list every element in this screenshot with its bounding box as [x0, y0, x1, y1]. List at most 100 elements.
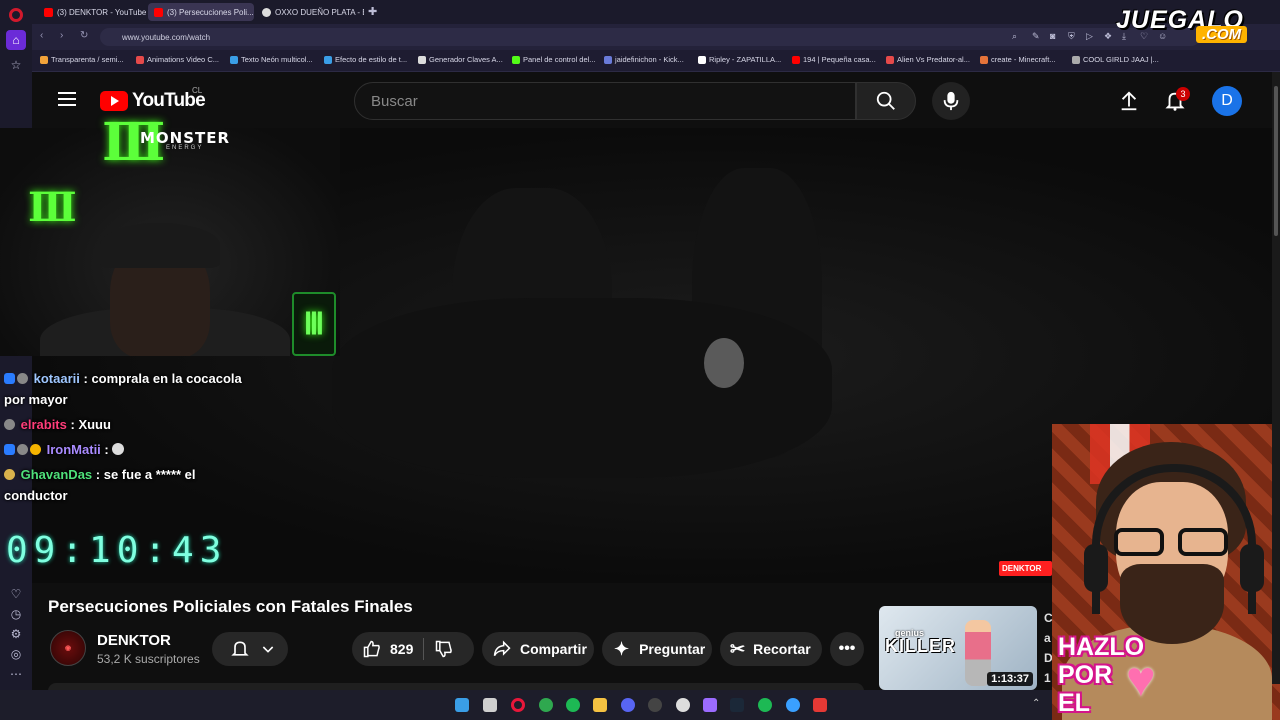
pin-icon[interactable]: ☆: [6, 55, 26, 75]
bookmark-item[interactable]: jaidefinichon - Kick...: [604, 55, 684, 64]
app-icon[interactable]: [648, 698, 662, 712]
tab-persecuciones[interactable]: (3) Persecuciones Poli...: [148, 3, 254, 21]
app-icon[interactable]: [758, 698, 772, 712]
shield-icon[interactable]: ⛨: [1068, 31, 1075, 42]
clip-label: Recortar: [753, 641, 811, 657]
edit-icon[interactable]: ✎: [1032, 31, 1040, 42]
sparkle-icon: ✦: [614, 638, 630, 659]
bookmark-label: Ripley - ZAPATILLA...: [709, 55, 782, 64]
opera-logo-icon[interactable]: [9, 8, 23, 22]
bookmark-icon: [792, 55, 800, 64]
app-icon[interactable]: [703, 698, 717, 712]
bookmark-icon: [512, 55, 520, 64]
bookmark-icon: [324, 55, 332, 64]
bookmark-icon: [980, 55, 988, 64]
tab-oxxo[interactable]: OXXO DUEÑO PLATA - Bu...: [256, 3, 364, 21]
video-light-spot: [704, 338, 744, 388]
bookmark-item[interactable]: Generador Claves A...: [418, 55, 503, 64]
youtube-favicon-icon: [154, 7, 163, 17]
video-car-shape: [332, 298, 832, 478]
task-view-icon[interactable]: [483, 698, 497, 712]
spotify-icon[interactable]: [566, 698, 580, 712]
bookmark-item[interactable]: create - Minecraft...: [980, 55, 1056, 64]
tray-chevron-up-icon[interactable]: ⌃: [1032, 698, 1040, 709]
bookmark-icon: [418, 55, 426, 64]
ask-button[interactable]: ✦ Preguntar: [602, 632, 712, 666]
back-icon[interactable]: ‹: [40, 30, 43, 41]
pill-divider: [423, 638, 425, 660]
search-button[interactable]: [856, 82, 916, 120]
overlay-text-line: POR: [1058, 661, 1113, 689]
obs-icon[interactable]: [676, 698, 690, 712]
discord-icon[interactable]: [621, 698, 635, 712]
voice-search-button[interactable]: [932, 82, 970, 120]
page-scrollbar[interactable]: [1272, 72, 1280, 684]
bookmark-label: Efecto de estilo de t...: [335, 55, 408, 64]
tab-strip: (3) DENKTOR - YouTube (3) Persecuciones …: [32, 0, 1280, 24]
upload-icon[interactable]: [1118, 90, 1140, 112]
bookmark-item[interactable]: Animations Video C...: [136, 55, 219, 64]
bookmark-icon: [40, 55, 48, 64]
scrollbar-thumb[interactable]: [1274, 86, 1278, 236]
country-code: CL: [192, 86, 203, 95]
bookmark-label: jaidefinichon - Kick...: [615, 55, 684, 64]
like-count[interactable]: 829: [390, 641, 413, 657]
bookmark-item[interactable]: Panel de control del...: [512, 55, 596, 64]
app-icon[interactable]: [813, 698, 827, 712]
bookmark-item[interactable]: Ripley - ZAPATILLA...: [698, 55, 781, 64]
bookmark-item[interactable]: Efecto de estilo de t...: [324, 55, 407, 64]
search-input[interactable]: Buscar: [354, 82, 856, 120]
dislike-icon[interactable]: [434, 639, 454, 659]
channel-avatar[interactable]: ◉: [50, 630, 86, 666]
settings-icon[interactable]: ⚙: [6, 624, 26, 644]
bookmark-item[interactable]: COOL GIRLD JAAJ |...: [1072, 55, 1159, 64]
bookmark-label: COOL GIRLD JAAJ |...: [1083, 55, 1159, 64]
search-page-icon[interactable]: ⌕: [1012, 31, 1017, 42]
recommendation-thumbnail[interactable]: genius KILLER 1:13:37: [879, 606, 1037, 690]
like-icon[interactable]: [362, 639, 382, 659]
clip-button[interactable]: ✂ Recortar: [720, 632, 822, 666]
bookmark-icon: [604, 55, 612, 64]
ask-label: Preguntar: [639, 641, 706, 657]
youtube-logo[interactable]: YouTube: [100, 90, 206, 112]
monster-can-icon: Ⅲ: [292, 292, 336, 356]
new-tab-icon[interactable]: ✚: [368, 5, 377, 18]
url-text: www.youtube.com/watch: [122, 32, 211, 42]
bookmark-item[interactable]: Transparenta / semi...: [40, 55, 124, 64]
heart-icon[interactable]: ♡: [6, 584, 26, 604]
windows-start-icon[interactable]: [455, 698, 469, 712]
bookmark-item[interactable]: Alien Vs Predator-al...: [886, 55, 970, 64]
play-icon[interactable]: ▷: [1086, 31, 1093, 42]
share-button[interactable]: Compartir: [482, 632, 594, 666]
youtube-favicon-icon: [44, 7, 53, 17]
headphones-icon: [1092, 464, 1256, 614]
share-label: Compartir: [520, 641, 587, 657]
history-icon[interactable]: ◷: [6, 604, 26, 624]
subscription-bell-button[interactable]: [212, 632, 288, 666]
xbox-icon[interactable]: [539, 698, 553, 712]
bookmark-label: Texto Neón multicol...: [241, 55, 313, 64]
reload-icon[interactable]: ↻: [80, 30, 88, 41]
more-icon[interactable]: ⋯: [6, 664, 26, 684]
file-explorer-icon[interactable]: [593, 698, 607, 712]
browser-icon[interactable]: [786, 698, 800, 712]
menu-icon[interactable]: [58, 92, 76, 106]
bookmark-item[interactable]: Texto Neón multicol...: [230, 55, 313, 64]
camera-icon[interactable]: ◙: [1050, 31, 1055, 41]
chat-badge-icon: [30, 444, 41, 455]
extension-icon[interactable]: ❖: [1104, 31, 1112, 42]
scissors-icon: ✂: [730, 638, 746, 659]
more-actions-button[interactable]: •••: [830, 632, 864, 666]
monster-sub-text: ENERGY: [166, 145, 204, 151]
bookmark-label: Panel de control del...: [523, 55, 596, 64]
bookmark-item[interactable]: 194 | Pequeña casa...: [792, 55, 876, 64]
home-icon[interactable]: ⌂: [6, 30, 26, 50]
forward-icon[interactable]: ›: [60, 30, 63, 41]
address-bar: ‹ › ↻ www.youtube.com/watch ⌕ ✎ ◙ ⛨ ▷ ❖ …: [32, 24, 1280, 50]
channel-name[interactable]: DENKTOR: [97, 632, 171, 649]
opera-taskbar-icon[interactable]: [511, 698, 525, 712]
account-avatar[interactable]: D: [1212, 86, 1242, 116]
tab-denktor[interactable]: (3) DENKTOR - YouTube: [38, 3, 146, 21]
steam-icon[interactable]: [730, 698, 744, 712]
bulb-icon[interactable]: ◎: [6, 644, 26, 664]
